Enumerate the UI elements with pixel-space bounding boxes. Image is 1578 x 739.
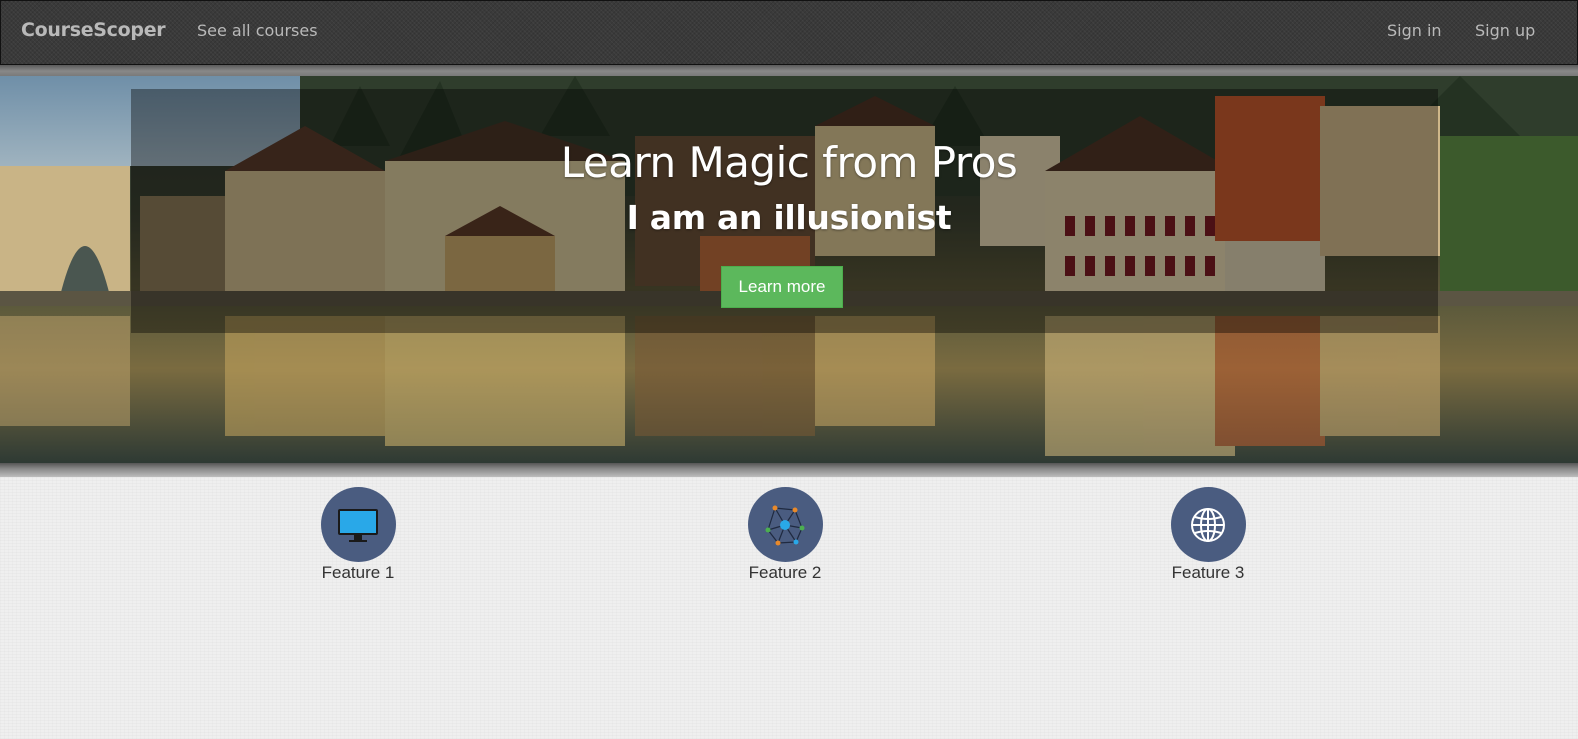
nav-see-all-courses[interactable]: See all courses — [197, 21, 318, 40]
brand-logo[interactable]: CourseScoper — [21, 19, 166, 41]
feature-1-circle — [320, 487, 396, 562]
monitor-icon — [338, 508, 378, 542]
feature-3: Feature 3 — [1148, 487, 1268, 583]
network-icon — [765, 505, 805, 545]
feature-3-circle — [1170, 487, 1246, 562]
nav-sign-in[interactable]: Sign in — [1387, 21, 1442, 40]
feature-1-label: Feature 1 — [321, 563, 395, 582]
navbar: CourseScoper See all courses Sign in Sig… — [0, 0, 1578, 65]
nav-sign-up[interactable]: Sign up — [1475, 21, 1535, 40]
feature-2-circle — [747, 487, 823, 562]
learn-more-button[interactable]: Learn more — [721, 266, 843, 308]
feature-1: Feature 1 — [298, 487, 418, 583]
hero-bottom-shadow — [0, 463, 1578, 477]
hero-title: Learn Magic from Pros — [560, 138, 1018, 187]
feature-2: Feature 2 — [725, 487, 845, 583]
globe-icon — [1191, 507, 1225, 542]
hero-subtitle: I am an illusionist — [626, 198, 952, 237]
feature-2-label: Feature 2 — [748, 563, 822, 582]
feature-3-label: Feature 3 — [1171, 563, 1245, 582]
hero-content: Learn Magic from Pros I am an illusionis… — [0, 76, 1578, 463]
